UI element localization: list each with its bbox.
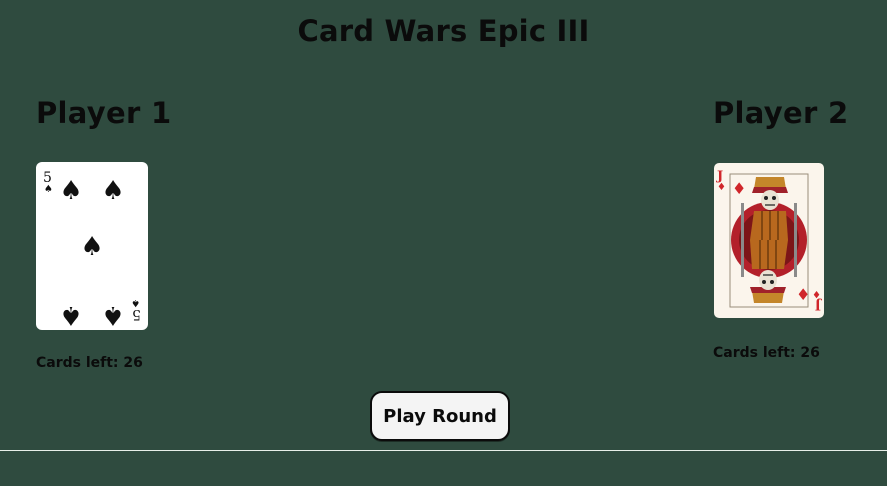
card-corner-top: 5 ♠ <box>43 170 53 195</box>
card-corner-bottom: 5 ♠ <box>131 297 141 322</box>
spade-icon: ♠ <box>131 297 140 308</box>
spade-icon: ♠ <box>80 232 103 262</box>
spade-icon: ♠ <box>101 300 124 330</box>
spade-icon: ♠ <box>59 176 82 206</box>
player-1-cards-left: Cards left: 26 <box>36 355 143 371</box>
spade-icon: ♠ <box>44 184 53 195</box>
player-2-card: J ♦ ♦ ♦ J ♦ <box>714 163 824 318</box>
play-round-button[interactable]: Play Round <box>370 391 510 441</box>
player-1-name: Player 1 <box>36 96 172 130</box>
card-corner-top: J ♦ <box>716 169 726 193</box>
player-1-card: 5 ♠ ♠ ♠ ♠ ♠ ♠ 5 ♠ <box>36 162 148 330</box>
diamond-icon: ♦ <box>717 182 726 193</box>
diamond-icon: ♦ <box>796 285 810 304</box>
game-title: Card Wars Epic III <box>297 14 590 48</box>
spade-icon: ♠ <box>59 300 82 330</box>
bottom-divider <box>0 450 887 451</box>
diamond-icon: ♦ <box>732 179 746 198</box>
diamond-icon: ♦ <box>812 288 821 299</box>
card-corner-bottom: J ♦ <box>812 288 822 312</box>
player-2-name: Player 2 <box>713 96 849 130</box>
player-2-cards-left: Cards left: 26 <box>713 345 820 361</box>
spade-icon: ♠ <box>101 176 124 206</box>
